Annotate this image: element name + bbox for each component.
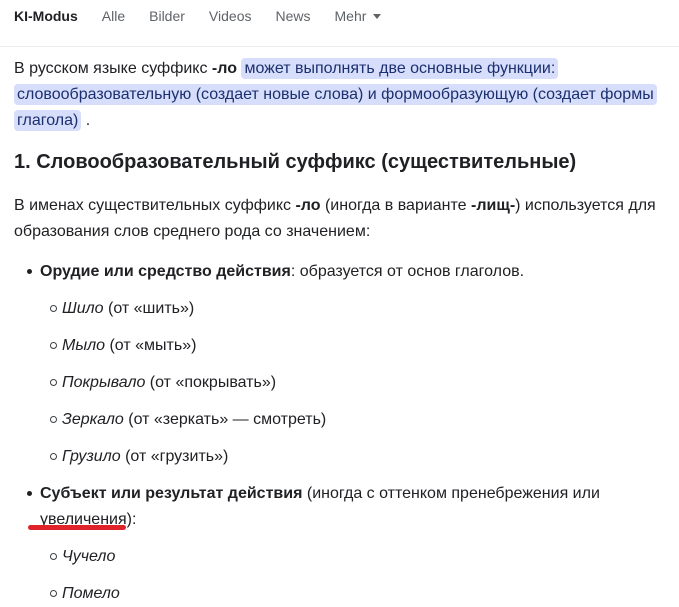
intro-suffix-bold: -ло <box>212 60 237 77</box>
section-heading: 1. Словообразовательный суффикс (существ… <box>14 150 663 175</box>
sub-list-item: Зеркало (от «зеркать» — смотреть) <box>40 407 663 433</box>
intro-period: . <box>86 112 90 129</box>
ai-answer-content: В русском языке суффикс -ло может выполн… <box>0 56 679 607</box>
example-word: Чучело <box>62 548 115 565</box>
chevron-down-icon <box>373 14 381 19</box>
example-word: Грузило <box>62 448 121 465</box>
tab-mehr[interactable]: Mehr <box>335 6 382 26</box>
example-word: Покрывало <box>62 374 145 391</box>
list-item-bold: Орудие или средство действия <box>40 263 291 280</box>
example-origin: (от «шить») <box>104 300 195 317</box>
sub-list: Шило (от «шить») Мыло (от «мыть») Покрыв… <box>40 296 663 470</box>
tab-mehr-label: Mehr <box>335 6 367 26</box>
intro-paragraph: В русском языке суффикс -ло может выполн… <box>14 56 663 134</box>
bullet-list: Орудие или средство действия: образуется… <box>14 259 663 607</box>
intro-prefix: В русском языке суффикс <box>14 60 212 77</box>
sub-list-item: Грузило (от «грузить») <box>40 444 663 470</box>
example-origin: (от «зеркать» — смотреть) <box>124 411 326 428</box>
example-origin: (от «мыть») <box>105 337 196 354</box>
section-paragraph-part1: В именах существительных суффикс <box>14 197 295 214</box>
tab-news[interactable]: News <box>275 6 310 26</box>
example-word: Зеркало <box>62 411 124 428</box>
example-word: Помело <box>62 585 120 602</box>
search-result-tabbar: KI-Modus Alle Bilder Videos News Mehr <box>0 0 679 46</box>
sub-list-item: Помело <box>40 581 663 607</box>
sub-list: Чучело Помело <box>40 544 663 607</box>
list-item-bold: Субъект или результат действия <box>40 485 302 502</box>
section-paragraph-part2: (иногда в варианте <box>321 197 471 214</box>
example-word: Мыло <box>62 337 105 354</box>
example-origin: (от «грузить») <box>121 448 229 465</box>
list-item-subject-meaning: Субъект или результат действия (иногда с… <box>14 481 663 607</box>
header-divider <box>0 46 679 47</box>
tab-videos[interactable]: Videos <box>209 6 252 26</box>
section-paragraph: В именах существительных суффикс -ло (ин… <box>14 193 663 245</box>
sub-list-item: Мыло (от «мыть») <box>40 333 663 359</box>
example-origin: (от «покрывать») <box>145 374 276 391</box>
sub-list-item: Покрывало (от «покрывать») <box>40 370 663 396</box>
list-item-tool-meaning: Орудие или средство действия: образуется… <box>14 259 663 470</box>
example-word: Шило <box>62 300 104 317</box>
list-item-rest: : образуется от основ глаголов. <box>291 263 524 280</box>
tab-alle[interactable]: Alle <box>102 6 125 26</box>
tab-bilder[interactable]: Bilder <box>149 6 185 26</box>
red-underline-annotation <box>28 525 126 530</box>
section-paragraph-bold1: -ло <box>295 197 320 214</box>
section-paragraph-bold2: -лищ- <box>471 197 515 214</box>
sub-list-item: Чучело <box>40 544 663 570</box>
tab-ki-modus[interactable]: KI-Modus <box>14 6 78 26</box>
sub-list-item: Шило (от «шить») <box>40 296 663 322</box>
